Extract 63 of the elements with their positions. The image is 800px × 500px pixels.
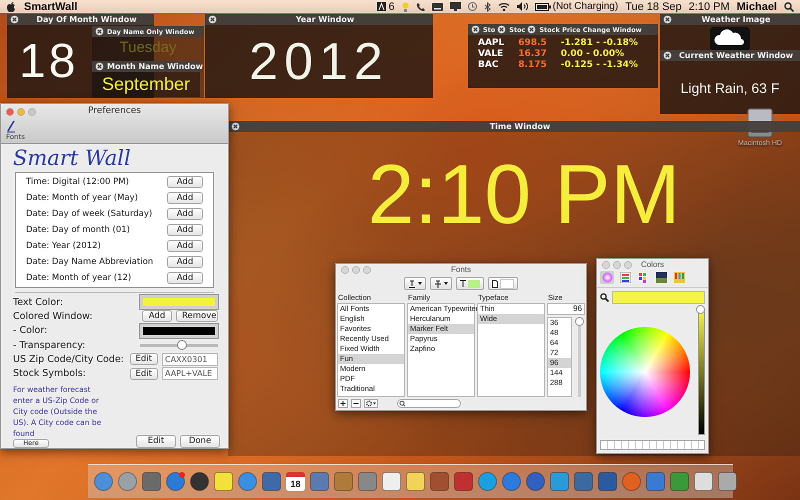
- window-title: Weather Image: [700, 15, 772, 24]
- size-field[interactable]: 96: [547, 303, 585, 315]
- window-title: Fonts: [450, 265, 471, 274]
- add-button[interactable]: Add: [142, 310, 172, 322]
- window-title: Month Name Window: [107, 62, 203, 71]
- add-button[interactable]: Add: [167, 272, 203, 284]
- window-title: Time Window: [488, 122, 552, 131]
- add-button[interactable]: Add: [167, 208, 203, 220]
- adobe-menu-extra[interactable]: 6: [377, 0, 395, 12]
- stock-price: 16.37: [518, 49, 547, 59]
- list-item-label: Time: Digital (12:00 PM): [26, 177, 129, 187]
- add-button[interactable]: Add: [167, 256, 203, 268]
- window-title: Colors: [640, 260, 664, 269]
- add-button[interactable]: Add: [167, 176, 203, 188]
- time-display: 2:10 PM: [368, 146, 680, 243]
- menu-date[interactable]: Tue 18 Sep: [625, 0, 682, 12]
- stock-price: 698.5: [518, 38, 547, 48]
- edit-button[interactable]: Edit: [130, 353, 158, 366]
- menu-time[interactable]: 2:10 PM: [688, 0, 730, 12]
- field-label: Text Color:: [13, 296, 64, 308]
- add-button[interactable]: Add: [167, 224, 203, 236]
- stock-change: -1.281 - -0.18%: [560, 38, 638, 48]
- remove-button[interactable]: Remove: [176, 310, 218, 322]
- window-title: Day Of Month Window: [35, 15, 138, 24]
- menu-extra-count: 6: [388, 0, 395, 12]
- list-item-label: Date: Year (2012): [26, 241, 101, 251]
- stock-change: 0.00 - 0.00%: [560, 49, 626, 59]
- calendar-date: 18: [290, 478, 300, 491]
- edit-button[interactable]: Edit: [130, 368, 158, 380]
- window-title: Year Window: [294, 15, 356, 24]
- window-title: Current Weather Window: [678, 51, 794, 60]
- window-title: Preferences: [88, 105, 141, 118]
- stock-price: 8.175: [518, 60, 547, 70]
- list-item-label: Date: Month of year (May): [26, 193, 138, 203]
- list-item-label: Date: Day of week (Saturday): [26, 209, 152, 219]
- list-item-label: Date: Day of month (01): [26, 225, 130, 235]
- battery-status[interactable]: (Not Charging): [534, 1, 618, 12]
- add-button[interactable]: Add: [167, 240, 203, 252]
- field-label: Stock Symbols:: [13, 368, 86, 380]
- list-item-label: Date: Month of year (12): [26, 273, 132, 283]
- battery-text: (Not Charging): [552, 1, 618, 12]
- stock-symbol: VALE: [478, 49, 504, 59]
- field-label: - Transparency:: [13, 340, 86, 351]
- stock-symbol: AAPL: [478, 38, 504, 48]
- month-name: September: [102, 74, 190, 95]
- day-number: 18: [19, 34, 78, 89]
- list-item-label: Date: Day Name Abbreviation: [26, 257, 154, 267]
- app-menu[interactable]: SmartWall: [24, 0, 78, 12]
- field-label: - Color:: [13, 325, 48, 336]
- stock-change: -0.125 - -1.34%: [560, 60, 638, 70]
- stock-symbols-field[interactable]: AAPL+VALE: [162, 367, 218, 380]
- edit-button[interactable]: Edit: [136, 434, 176, 448]
- add-button[interactable]: Add: [167, 192, 203, 204]
- field-label: Colored Window:: [13, 310, 93, 322]
- calendar-icon[interactable]: 18: [286, 472, 305, 491]
- year-number: 2012: [249, 32, 389, 92]
- app-heading: Smart Wall: [12, 145, 132, 170]
- zip-code-field[interactable]: CAXX0301: [162, 352, 218, 366]
- done-button[interactable]: Done: [180, 434, 220, 448]
- stock-symbol: BAC: [478, 60, 500, 70]
- field-label: US Zip Code/City Code:: [13, 354, 124, 365]
- user-name[interactable]: Michael: [736, 0, 777, 12]
- weather-text: Light Rain, 63 F: [680, 80, 780, 96]
